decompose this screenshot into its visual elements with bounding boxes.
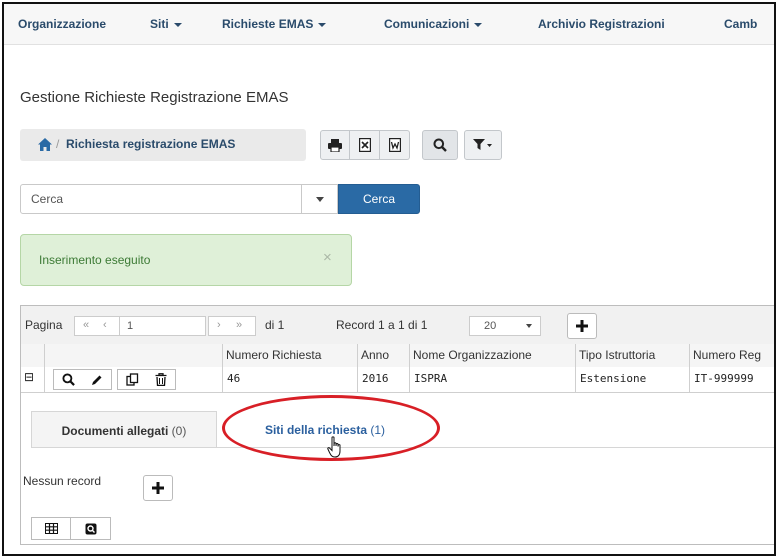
pager-label: Pagina — [25, 318, 63, 332]
copy-icon — [125, 373, 138, 386]
page-title: Gestione Richieste Registrazione EMAS — [20, 89, 289, 106]
chevron-down-icon — [526, 324, 532, 328]
search-dropdown-button[interactable] — [302, 184, 338, 214]
edit-button[interactable] — [82, 369, 112, 390]
plus-icon — [152, 482, 164, 494]
tab-label: Documenti allegati — [61, 424, 169, 438]
view-button[interactable] — [53, 369, 83, 390]
nav-richieste-emas[interactable]: Richieste EMAS — [222, 4, 327, 44]
success-alert: Inserimento eseguito × — [20, 234, 352, 286]
nav-organizzazione[interactable]: Organizzazione — [18, 4, 106, 44]
table-icon — [44, 523, 58, 534]
word-icon — [388, 138, 401, 152]
pencil-icon — [91, 375, 101, 385]
table-row: ⊟ 46 2016 ISPRA Estensione IT-999999 — [21, 367, 774, 393]
column-header[interactable]: Nome Organizzazione — [410, 344, 576, 367]
page-size-select[interactable]: 20 — [469, 316, 541, 336]
breadcrumb-separator: / — [56, 137, 60, 151]
column-header[interactable]: Tipo Istruttoria — [576, 344, 690, 367]
column-header[interactable]: Anno — [358, 344, 410, 367]
cell-nome-organizzazione: ISPRA — [410, 367, 576, 392]
actions-column-header — [45, 344, 223, 367]
tab-count: (0) — [171, 424, 187, 438]
pager: Pagina « ‹ 1 › » di 1 Record 1 a 1 di 1 … — [21, 306, 774, 345]
cell-tipo-istruttoria: Estensione — [576, 367, 690, 392]
chevron-down-icon — [318, 22, 327, 27]
chevron-down-icon — [474, 22, 483, 27]
expand-column-header — [21, 344, 45, 367]
breadcrumb: / Richiesta registrazione EMAS — [20, 129, 306, 161]
cell-numero-registrazione: IT-999999 — [694, 372, 754, 385]
chevron-down-icon — [173, 22, 182, 27]
breadcrumb-current: Richiesta registrazione EMAS — [66, 137, 236, 151]
pager-total-pages: di 1 — [265, 318, 285, 332]
search-icon — [61, 373, 75, 386]
add-site-button[interactable] — [143, 475, 173, 501]
app-window: Organizzazione Siti Richieste EMAS Comun… — [2, 2, 776, 556]
delete-button[interactable] — [146, 369, 176, 390]
table-header-row: Numero Richiesta Anno Nome Organizzazion… — [21, 344, 774, 368]
requests-grid: Pagina « ‹ 1 › » di 1 Record 1 a 1 di 1 … — [20, 305, 774, 545]
nav-comunicazioni[interactable]: Comunicazioni — [384, 4, 483, 44]
hand-cursor-icon — [327, 436, 341, 458]
pager-last-button[interactable]: » — [236, 319, 242, 331]
pager-next-button[interactable]: › — [217, 319, 221, 331]
cell-anno: 2016 — [358, 367, 410, 392]
plus-icon — [576, 320, 588, 332]
cell-numero-richiesta: 46 — [223, 367, 358, 392]
empty-state-label: Nessun record — [23, 474, 102, 488]
chevron-down-icon — [315, 196, 324, 202]
pager-first-button[interactable]: « — [83, 319, 89, 331]
search-input[interactable]: Cerca — [20, 184, 302, 214]
alert-message: Inserimento eseguito — [39, 253, 151, 267]
tab-documenti-allegati[interactable]: Documenti allegati (0) — [31, 411, 217, 447]
pager-record-info: Record 1 a 1 di 1 — [336, 318, 428, 332]
grid-view-button[interactable] — [31, 517, 71, 540]
nav-siti[interactable]: Siti — [150, 4, 182, 44]
export-excel-button[interactable] — [350, 130, 380, 160]
row-actions — [45, 367, 223, 392]
pager-next-last: › » — [208, 316, 256, 336]
excel-icon — [358, 138, 371, 152]
column-header[interactable]: Numero Richiesta — [223, 344, 358, 367]
detail-footer-buttons — [31, 517, 111, 540]
pager-page-input[interactable]: 1 — [120, 316, 206, 336]
zoom-icon — [85, 523, 96, 534]
column-header[interactable]: Numero Reg — [690, 344, 774, 367]
print-button[interactable] — [320, 130, 350, 160]
page-size-value: 20 — [484, 320, 497, 332]
trash-icon — [155, 373, 166, 386]
nav-archivio-registrazioni[interactable]: Archivio Registrazioni — [538, 4, 665, 44]
nav-camb[interactable]: Camb — [724, 4, 757, 44]
filter-button[interactable] — [464, 130, 502, 160]
close-icon[interactable]: × — [323, 249, 332, 266]
home-icon[interactable] — [38, 138, 52, 151]
search-toggle-button[interactable] — [422, 130, 458, 160]
pager-prev-button[interactable]: ‹ — [103, 319, 107, 331]
filter-icon — [473, 139, 492, 150]
copy-button[interactable] — [117, 369, 147, 390]
export-word-button[interactable] — [380, 130, 410, 160]
collapse-row-icon[interactable]: ⊟ — [21, 367, 45, 392]
pager-first-prev: « ‹ — [74, 316, 120, 336]
add-record-button[interactable] — [567, 313, 597, 339]
search-button[interactable]: Cerca — [338, 184, 420, 214]
print-icon — [328, 138, 342, 152]
detail-search-button[interactable] — [71, 517, 111, 540]
top-navbar: Organizzazione Siti Richieste EMAS Comun… — [4, 4, 774, 45]
search-icon — [433, 138, 447, 152]
